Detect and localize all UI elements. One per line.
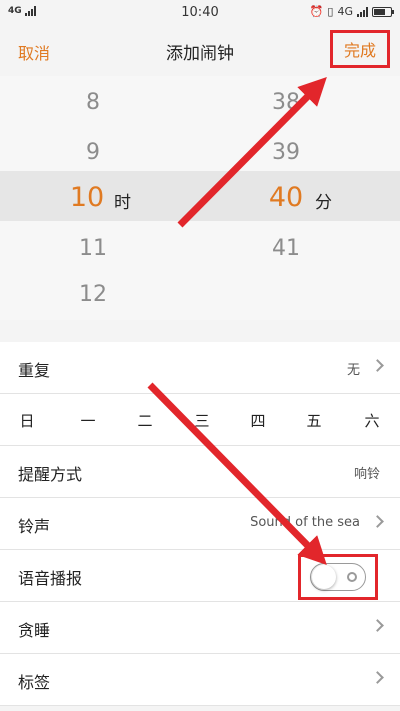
hour-unit-label: 时	[114, 193, 131, 213]
toggle-knob	[312, 565, 336, 589]
minute-option[interactable]: 38	[256, 90, 316, 115]
hour-option[interactable]: 8	[63, 90, 123, 115]
weekday-wed[interactable]: 三	[187, 410, 217, 431]
alarm-status-icon: ⏰	[309, 5, 324, 18]
tag-label: 标签	[18, 673, 51, 692]
signal-right-icon	[357, 6, 368, 17]
snooze-label: 贪睡	[18, 621, 51, 640]
voice-broadcast-row: 语音播报	[0, 550, 400, 602]
voice-broadcast-toggle[interactable]	[310, 563, 366, 591]
weekday-thu[interactable]: 四	[243, 410, 273, 431]
repeat-value: 无	[346, 363, 360, 378]
chevron-right-icon	[371, 671, 384, 684]
hour-option[interactable]: 12	[63, 282, 123, 307]
chevron-right-icon	[371, 515, 384, 528]
repeat-row[interactable]: 重复 无	[0, 342, 400, 394]
voice-broadcast-label: 语音播报	[18, 569, 83, 588]
done-button[interactable]: 完成	[330, 30, 390, 68]
alert-mode-label: 提醒方式	[18, 465, 83, 484]
minute-unit-label: 分	[315, 193, 332, 213]
toggle-off-icon	[347, 572, 357, 582]
cancel-button[interactable]: 取消	[18, 40, 50, 64]
hour-option[interactable]: 11	[63, 236, 123, 261]
chevron-right-icon	[371, 619, 384, 632]
alert-mode-row[interactable]: 提醒方式 响铃	[0, 446, 400, 498]
minute-option[interactable]: 41	[256, 236, 316, 261]
ringtone-row[interactable]: 铃声 Sound of the sea	[0, 498, 400, 550]
chevron-right-icon	[371, 359, 384, 372]
snooze-row[interactable]: 贪睡	[0, 602, 400, 654]
weekday-selector: 日 一 二 三 四 五 六	[0, 394, 400, 446]
toggle-highlight-box	[298, 554, 378, 600]
minute-option[interactable]: 39	[256, 140, 316, 165]
alert-mode-value: 响铃	[353, 467, 380, 482]
ringtone-label: 铃声	[18, 517, 51, 536]
repeat-label: 重复	[18, 361, 51, 380]
status-bar: 4G 10:40 ⏰ ▯ 4G	[0, 0, 400, 26]
battery-icon	[372, 6, 394, 17]
weekday-fri[interactable]: 五	[299, 410, 329, 431]
hour-selected[interactable]: 10	[57, 182, 117, 213]
nav-bar: 取消 添加闹钟 完成	[0, 26, 400, 76]
hour-option[interactable]: 9	[63, 140, 123, 165]
weekday-tue[interactable]: 二	[130, 410, 160, 431]
network-right-label: 4G	[337, 5, 353, 18]
time-picker[interactable]: 8 9 10 时 11 12 38 39 40 分 41	[0, 76, 400, 320]
tag-row[interactable]: 标签	[0, 654, 400, 706]
weekday-sun[interactable]: 日	[12, 410, 42, 431]
minute-selected[interactable]: 40	[256, 182, 316, 213]
weekday-sat[interactable]: 六	[357, 410, 387, 431]
status-right: ⏰ ▯ 4G	[309, 5, 394, 18]
ringtone-value: Sound of the sea	[250, 515, 360, 530]
weekday-mon[interactable]: 一	[73, 410, 103, 431]
vibrate-icon: ▯	[327, 5, 334, 18]
